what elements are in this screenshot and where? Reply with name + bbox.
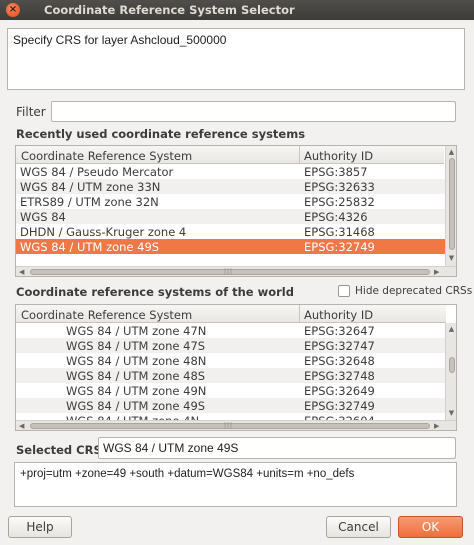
column-header-crs[interactable]: Coordinate Reference System xyxy=(21,308,192,322)
scroll-left-icon[interactable]: ◀ xyxy=(19,268,24,276)
authority-id: EPSG:32648 xyxy=(304,354,375,368)
recent-vertical-scrollbar[interactable]: ▲ ▼ xyxy=(445,146,456,266)
crs-name: DHDN / Gauss-Kruger zone 4 xyxy=(20,225,187,239)
title-bar: × Coordinate Reference System Selector xyxy=(0,0,474,20)
filter-label: Filter xyxy=(16,105,46,119)
crs-name: WGS 84 / Pseudo Mercator xyxy=(20,165,174,179)
scrollbar-grip-icon: ||| xyxy=(224,422,234,429)
scroll-left-icon[interactable]: ◀ xyxy=(19,422,24,430)
authority-id: EPSG:3857 xyxy=(304,165,368,179)
recent-crs-heading: Recently used coordinate reference syste… xyxy=(16,127,306,141)
authority-id: EPSG:32749 xyxy=(304,399,375,413)
selected-crs-label: Selected CRS: xyxy=(16,443,107,457)
table-row[interactable]: WGS 84 / UTM zone 49S EPSG:32749 xyxy=(16,239,445,254)
column-header-authority[interactable]: Authority ID xyxy=(304,308,373,322)
world-horizontal-scrollbar[interactable]: ◀ ||| ▶ xyxy=(16,420,456,430)
table-row[interactable]: WGS 84 / UTM zone 48N EPSG:32648 xyxy=(16,353,445,368)
recent-table-header: Coordinate Reference System Authority ID xyxy=(16,146,444,164)
crs-name: WGS 84 / UTM zone 49N xyxy=(66,384,207,398)
column-divider xyxy=(299,305,300,323)
scrollbar-thumb[interactable] xyxy=(449,158,455,250)
hide-deprecated-checkbox[interactable] xyxy=(338,285,350,297)
column-divider xyxy=(299,146,300,164)
scroll-up-icon[interactable]: ▲ xyxy=(446,148,456,156)
authority-id: EPSG:32647 xyxy=(304,324,375,338)
scroll-right-icon[interactable]: ▶ xyxy=(434,422,439,430)
authority-id: EPSG:32748 xyxy=(304,369,375,383)
world-crs-heading: Coordinate reference systems of the worl… xyxy=(16,285,294,299)
authority-id: EPSG:25832 xyxy=(304,195,375,209)
authority-id: EPSG:32747 xyxy=(304,339,375,353)
scrollbar-thumb[interactable] xyxy=(449,357,455,373)
table-row[interactable]: WGS 84 / UTM zone 49S EPSG:32749 xyxy=(16,398,445,413)
table-row[interactable]: WGS 84 / UTM zone 47S EPSG:32747 xyxy=(16,338,445,353)
scroll-down-icon[interactable]: ▼ xyxy=(446,409,456,417)
table-row[interactable]: ETRS89 / UTM zone 32N EPSG:25832 xyxy=(16,194,445,209)
column-header-crs[interactable]: Coordinate Reference System xyxy=(21,149,192,163)
layer-description: Specify CRS for layer Ashcloud_500000 xyxy=(7,28,465,90)
scroll-up-icon[interactable]: ▲ xyxy=(446,325,456,333)
crs-name: WGS 84 xyxy=(20,210,66,224)
close-icon[interactable]: × xyxy=(6,3,20,17)
authority-id: EPSG:32633 xyxy=(304,180,375,194)
table-row[interactable]: WGS 84 EPSG:4326 xyxy=(16,209,445,224)
scrollbar-grip-icon: ||| xyxy=(224,268,234,275)
crs-name: WGS 84 / UTM zone 48S xyxy=(66,369,206,383)
table-row[interactable]: WGS 84 / Pseudo Mercator EPSG:3857 xyxy=(16,164,445,179)
authority-id: EPSG:4326 xyxy=(304,210,368,224)
help-button[interactable]: Help xyxy=(8,516,72,538)
hide-deprecated-label[interactable]: Hide deprecated CRSs xyxy=(355,285,472,297)
authority-id: EPSG:32649 xyxy=(304,384,375,398)
crs-name: ETRS89 / UTM zone 32N xyxy=(20,195,159,209)
world-vertical-scrollbar[interactable]: ▲ ▼ xyxy=(445,323,456,420)
recent-crs-table[interactable]: Coordinate Reference System Authority ID… xyxy=(15,145,457,277)
authority-id: EPSG:32749 xyxy=(304,240,375,254)
crs-name: WGS 84 / UTM zone 49S xyxy=(66,399,206,413)
crs-name: WGS 84 / UTM zone 48N xyxy=(66,354,207,368)
crs-name: WGS 84 / UTM zone 33N xyxy=(20,180,161,194)
crs-name: WGS 84 / UTM zone 47N xyxy=(66,324,207,338)
table-row[interactable]: WGS 84 / UTM zone 49N EPSG:32649 xyxy=(16,383,445,398)
table-row[interactable]: WGS 84 / UTM zone 48S EPSG:32748 xyxy=(16,368,445,383)
table-row[interactable]: WGS 84 / UTM zone 47N EPSG:32647 xyxy=(16,323,445,338)
crs-name: WGS 84 / UTM zone 47S xyxy=(66,339,206,353)
world-crs-table[interactable]: Coordinate Reference System Authority ID… xyxy=(15,304,457,431)
recent-horizontal-scrollbar[interactable]: ◀ ||| ▶ xyxy=(16,266,456,276)
selected-crs-field[interactable]: WGS 84 / UTM zone 49S xyxy=(98,437,456,459)
authority-id: EPSG:31468 xyxy=(304,225,375,239)
scroll-down-icon[interactable]: ▼ xyxy=(446,254,456,262)
window-title: Coordinate Reference System Selector xyxy=(44,3,295,17)
proj4-definition: +proj=utm +zone=49 +south +datum=WGS84 +… xyxy=(14,462,457,507)
crs-name: WGS 84 / UTM zone 49S xyxy=(20,240,160,254)
table-row[interactable]: DHDN / Gauss-Kruger zone 4 EPSG:31468 xyxy=(16,224,445,239)
cancel-button[interactable]: Cancel xyxy=(326,516,391,538)
table-row[interactable]: WGS 84 / UTM zone 33N EPSG:32633 xyxy=(16,179,445,194)
ok-button[interactable]: OK xyxy=(398,516,463,538)
world-table-header: Coordinate Reference System Authority ID xyxy=(16,305,446,323)
scroll-right-icon[interactable]: ▶ xyxy=(434,268,439,276)
filter-input[interactable] xyxy=(51,101,456,122)
column-header-authority[interactable]: Authority ID xyxy=(304,149,373,163)
